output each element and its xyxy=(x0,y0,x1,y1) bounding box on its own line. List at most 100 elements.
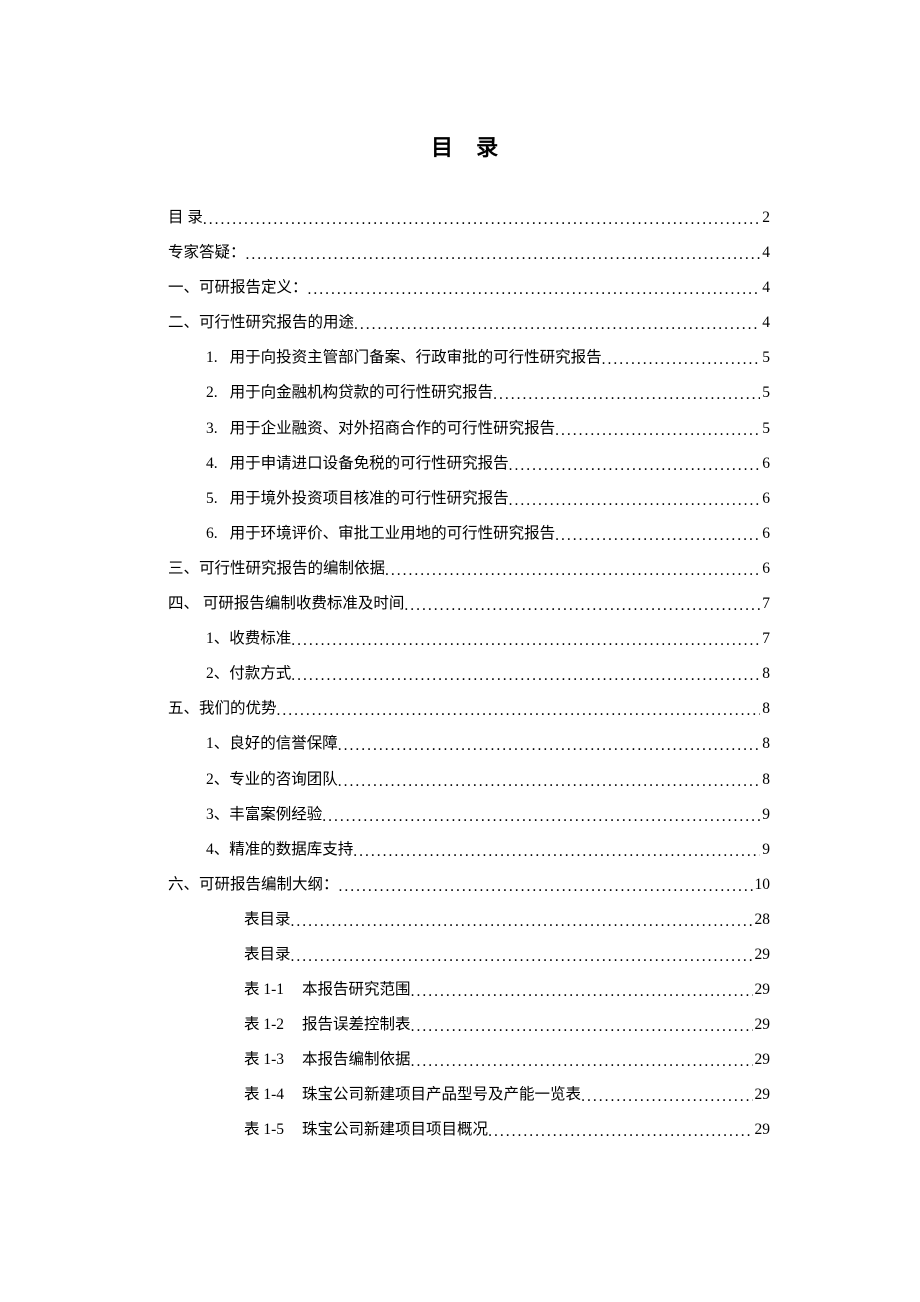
toc-label: 二、可行性研究报告的用途 xyxy=(168,315,354,331)
toc-page-number: 7 xyxy=(760,631,770,647)
toc-text: 1、收费标准 xyxy=(206,630,291,647)
toc-number-prefix: 2. xyxy=(206,384,218,401)
toc-page-number: 8 xyxy=(760,701,770,717)
toc-leader-dots xyxy=(291,914,753,930)
toc-label: 3. 用于企业融资、对外招商合作的可行性研究报告 xyxy=(206,421,555,437)
toc-entry: 五、我们的优势 8 xyxy=(168,701,770,717)
toc-text: 4、精准的数据库支持 xyxy=(206,841,353,858)
toc-text: 二、可行性研究报告的用途 xyxy=(168,314,354,331)
toc-number-prefix: 6. xyxy=(206,525,218,542)
toc-text: 四、 可研报告编制收费标准及时间 xyxy=(168,595,404,612)
toc-leader-dots xyxy=(509,458,761,474)
toc-leader-dots xyxy=(581,1089,752,1105)
toc-entry: 3、丰富案例经验 9 xyxy=(168,807,770,823)
toc-label: 目 录 xyxy=(168,210,203,226)
toc-leader-dots xyxy=(411,984,753,1000)
toc-label: 五、我们的优势 xyxy=(168,701,277,717)
toc-label: 1. 用于向投资主管部门备案、行政审批的可行性研究报告 xyxy=(206,350,602,366)
toc-page-number: 29 xyxy=(753,1122,771,1138)
toc-page-number: 5 xyxy=(760,421,770,437)
toc-text: 六、可研报告编制大纲： xyxy=(168,876,339,893)
toc-text: 本报告研究范围 xyxy=(302,981,411,998)
toc-leader-dots xyxy=(411,1054,753,1070)
toc-page-number: 9 xyxy=(760,842,770,858)
toc-label: 一、可研报告定义： xyxy=(168,280,308,296)
toc-page-number: 10 xyxy=(753,877,771,893)
toc-text: 1、良好的信誉保障 xyxy=(206,735,338,752)
toc-entry: 表 1-4珠宝公司新建项目产品型号及产能一览表 29 xyxy=(168,1087,770,1103)
toc-label: 5.用于境外投资项目核准的可行性研究报告 xyxy=(206,491,509,507)
toc-text: 一、可研报告定义： xyxy=(168,279,308,296)
toc-page-number: 7 xyxy=(760,596,770,612)
toc-leader-dots xyxy=(404,598,760,614)
toc-number-prefix: 1. xyxy=(206,349,218,366)
toc-page-number: 4 xyxy=(760,315,770,331)
toc-page-number: 5 xyxy=(760,385,770,401)
toc-page-number: 28 xyxy=(753,912,771,928)
toc-entry: 1.用于向投资主管部门备案、行政审批的可行性研究报告5 xyxy=(168,350,770,366)
toc-text: 本报告编制依据 xyxy=(302,1051,411,1068)
toc-page-number: 9 xyxy=(760,807,770,823)
toc-page-number: 6 xyxy=(760,491,770,507)
toc-text: 三、可行性研究报告的编制依据 xyxy=(168,560,385,577)
toc-label: 表 1-1 本报告研究范围 xyxy=(244,982,411,998)
toc-page-number: 6 xyxy=(760,456,770,472)
toc-label: 表 1-4珠宝公司新建项目产品型号及产能一览表 xyxy=(244,1087,581,1103)
toc-entry: 三、可行性研究报告的编制依据 6 xyxy=(168,561,770,577)
toc-label: 表 1-2 报告误差控制表 xyxy=(244,1017,411,1033)
toc-leader-dots xyxy=(411,1019,753,1035)
toc-page-number: 8 xyxy=(760,772,770,788)
toc-table-prefix: 表 1-2 xyxy=(244,1016,284,1033)
toc-entry: 2、付款方式 8 xyxy=(168,666,770,682)
toc-text: 表目录 xyxy=(244,911,291,928)
toc-table-prefix: 表 1-5 xyxy=(244,1121,284,1138)
toc-label: 表目录 xyxy=(244,912,291,928)
toc-entry: 二、可行性研究报告的用途 4 xyxy=(168,315,770,331)
toc-number-prefix: 4. xyxy=(206,455,218,472)
toc-text: 用于境外投资项目核准的可行性研究报告 xyxy=(230,490,509,507)
toc-label: 表 1-3本报告编制依据 xyxy=(244,1052,411,1068)
toc-page-number: 2 xyxy=(760,210,770,226)
toc-page-number: 29 xyxy=(753,947,771,963)
toc-label: 专家答疑： xyxy=(168,245,246,261)
toc-text: 用于向投资主管部门备案、行政审批的可行性研究报告 xyxy=(230,349,602,366)
toc-entry: 表 1-3本报告编制依据 29 xyxy=(168,1052,770,1068)
toc-page-number: 4 xyxy=(760,245,770,261)
toc-label: 4、精准的数据库支持 xyxy=(206,842,353,858)
toc-entry: 2、专业的咨询团队8 xyxy=(168,772,770,788)
toc-page-number: 4 xyxy=(760,280,770,296)
toc-number-prefix: 3. xyxy=(206,420,218,437)
toc-leader-dots xyxy=(203,212,760,228)
toc-entry: 4.用于申请进口设备免税的可行性研究报告 6 xyxy=(168,456,770,472)
toc-entry: 4、精准的数据库支持 9 xyxy=(168,842,770,858)
toc-text: 用于企业融资、对外招商合作的可行性研究报告 xyxy=(230,420,556,437)
table-of-contents: 目 录 2 专家答疑： 4 一、可研报告定义： 4 二、可行性研究报告的用途 4 1. 用于向投资… xyxy=(168,210,770,1138)
toc-leader-dots xyxy=(322,809,760,825)
toc-label: 3、丰富案例经验 xyxy=(206,807,322,823)
toc-page-number: 6 xyxy=(760,561,770,577)
toc-label: 4.用于申请进口设备免税的可行性研究报告 xyxy=(206,456,509,472)
toc-entry: 一、可研报告定义： 4 xyxy=(168,280,770,296)
toc-page-number: 29 xyxy=(753,1052,771,1068)
toc-table-prefix: 表 1-1 xyxy=(244,981,284,998)
toc-text: 目 录 xyxy=(168,209,203,226)
toc-text: 用于环境评价、审批工业用地的可行性研究报告 xyxy=(230,525,556,542)
toc-leader-dots xyxy=(353,844,760,860)
toc-text: 珠宝公司新建项目项目概况 xyxy=(302,1121,488,1138)
toc-label: 表目录 xyxy=(244,947,291,963)
toc-page-number: 8 xyxy=(760,666,770,682)
toc-page-number: 29 xyxy=(753,1087,771,1103)
toc-text: 2、付款方式 xyxy=(206,665,291,682)
toc-leader-dots xyxy=(246,247,761,263)
toc-leader-dots xyxy=(291,949,753,965)
toc-text: 五、我们的优势 xyxy=(168,700,277,717)
toc-page-number: 8 xyxy=(760,736,770,752)
toc-entry: 六、可研报告编制大纲： 10 xyxy=(168,877,770,893)
toc-page-number: 29 xyxy=(753,1017,771,1033)
toc-leader-dots xyxy=(493,387,760,403)
toc-leader-dots xyxy=(385,563,760,579)
toc-leader-dots xyxy=(555,528,760,544)
toc-entry: 表目录 28 xyxy=(168,912,770,928)
toc-entry: 目 录 2 xyxy=(168,210,770,226)
toc-text: 报告误差控制表 xyxy=(302,1016,411,1033)
